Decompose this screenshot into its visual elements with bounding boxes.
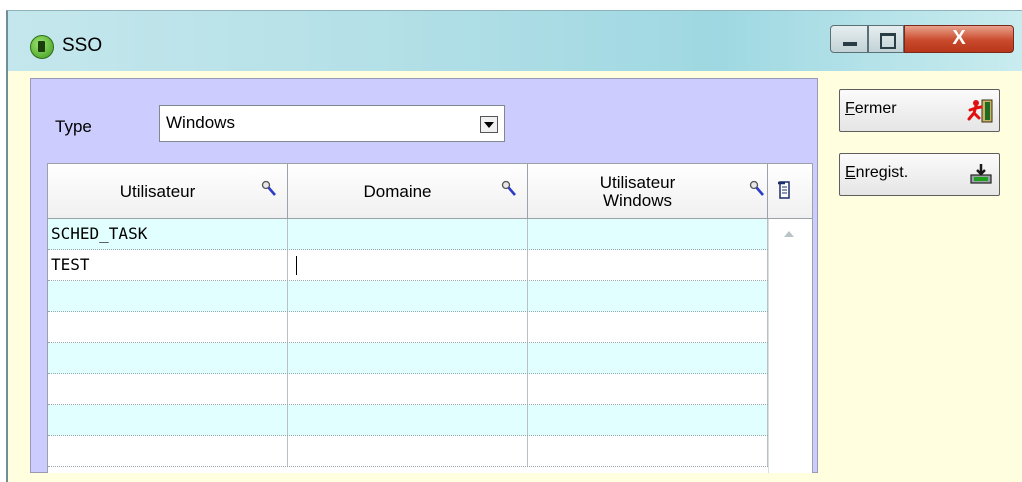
export-icon[interactable] xyxy=(778,181,790,199)
scroll-up-icon[interactable] xyxy=(784,231,794,237)
column-header-export[interactable] xyxy=(768,164,812,219)
window-title: SSO xyxy=(62,35,103,56)
cell-utilisateur-windows[interactable] xyxy=(528,281,768,311)
cell-utilisateur[interactable] xyxy=(48,281,288,311)
cell-utilisateur-windows[interactable] xyxy=(528,312,768,342)
magnifier-icon[interactable] xyxy=(261,180,277,198)
table-row[interactable] xyxy=(48,405,768,436)
magnifier-icon[interactable] xyxy=(501,180,517,198)
maximize-icon xyxy=(880,33,896,49)
app-icon xyxy=(30,35,54,59)
column-header-label: Utilisateur Windows xyxy=(528,164,747,219)
table-row[interactable] xyxy=(48,343,768,374)
cell-domaine[interactable] xyxy=(288,343,528,373)
type-select-value: Windows xyxy=(166,113,235,132)
cell-utilisateur-windows[interactable] xyxy=(528,219,768,249)
text-caret xyxy=(296,256,297,275)
exit-runner-icon xyxy=(967,99,993,123)
table-row[interactable] xyxy=(48,436,768,467)
magnifier-icon[interactable] xyxy=(749,180,765,198)
table-row[interactable]: TEST xyxy=(48,250,768,281)
column-header-domaine[interactable]: Domaine xyxy=(288,164,528,219)
table-row[interactable] xyxy=(48,374,768,405)
column-header-label: Utilisateur xyxy=(119,181,196,201)
enregistrer-button-label: Enregist. xyxy=(845,164,909,181)
type-label: Type xyxy=(55,117,92,136)
minimize-icon xyxy=(843,42,857,46)
cell-domaine[interactable] xyxy=(288,219,528,249)
fermer-button[interactable]: Fermer xyxy=(839,89,1000,132)
cell-domaine[interactable] xyxy=(288,281,528,311)
sso-table: Utilisateur Domaine UtilisateurWindows xyxy=(47,163,813,473)
table-row[interactable]: SCHED_TASK xyxy=(48,219,768,250)
enregistrer-button[interactable]: Enregist. xyxy=(839,153,1000,196)
cell-utilisateur-windows[interactable] xyxy=(528,405,768,435)
column-header-label: Domaine xyxy=(363,181,432,201)
cell-utilisateur[interactable]: TEST xyxy=(48,250,288,280)
column-header-line2: Windows xyxy=(603,190,672,210)
dropdown-arrow-icon[interactable] xyxy=(480,116,498,133)
cell-domaine[interactable] xyxy=(288,436,528,466)
cell-utilisateur-windows[interactable] xyxy=(528,374,768,404)
title-bar[interactable]: SSO X xyxy=(8,11,1022,71)
cell-domaine-editing[interactable] xyxy=(288,250,528,280)
cell-domaine[interactable] xyxy=(288,374,528,404)
minimize-button[interactable] xyxy=(830,25,868,53)
sso-panel: Type Windows Utilisateur Domaine Utilisa… xyxy=(30,78,818,473)
cell-domaine[interactable] xyxy=(288,405,528,435)
column-header-utilisateur[interactable]: Utilisateur xyxy=(48,164,288,219)
vertical-scrollbar[interactable] xyxy=(768,219,812,473)
cell-utilisateur-windows[interactable] xyxy=(528,436,768,466)
maximize-button[interactable] xyxy=(868,25,904,53)
cell-utilisateur-windows[interactable] xyxy=(528,250,768,280)
close-window-button[interactable]: X xyxy=(904,25,1014,53)
close-icon: X xyxy=(952,27,966,49)
fermer-button-label: Fermer xyxy=(845,100,897,117)
cell-domaine[interactable] xyxy=(288,312,528,342)
column-header-line1: Utilisateur xyxy=(599,172,676,192)
cell-utilisateur[interactable] xyxy=(48,374,288,404)
table-row[interactable] xyxy=(48,281,768,312)
cell-utilisateur[interactable] xyxy=(48,436,288,466)
cell-utilisateur[interactable] xyxy=(48,312,288,342)
type-select[interactable]: Windows xyxy=(159,105,505,142)
cell-utilisateur[interactable]: SCHED_TASK xyxy=(48,219,288,249)
save-tray-icon xyxy=(970,164,992,184)
cell-utilisateur[interactable] xyxy=(48,405,288,435)
cell-utilisateur-windows[interactable] xyxy=(528,343,768,373)
column-header-utilisateur-windows[interactable]: Utilisateur Windows xyxy=(528,164,768,219)
cell-utilisateur[interactable] xyxy=(48,343,288,373)
table-row[interactable] xyxy=(48,312,768,343)
